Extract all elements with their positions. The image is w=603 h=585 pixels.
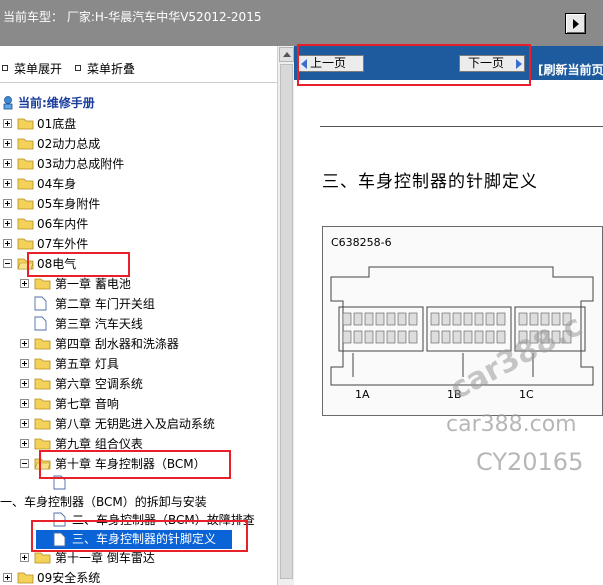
- expand-toggle[interactable]: [20, 339, 29, 348]
- prev-page-button[interactable]: 上一页: [298, 55, 364, 72]
- chapter-label: 第二章 车门开关组: [55, 297, 155, 311]
- expand-toggle[interactable]: [3, 119, 12, 128]
- chapter-label: 第八章 无钥匙进入及启动系统: [55, 417, 215, 431]
- tree-scrollbar[interactable]: [277, 46, 294, 585]
- collapse-toggle[interactable]: [3, 259, 12, 268]
- next-page-button[interactable]: 下一页: [459, 55, 525, 72]
- document-panel: 上一页 下一页 [刷新当前页 三、车身控制器的针脚定义 C638258-6 1A…: [294, 46, 603, 585]
- folder-icon: [34, 278, 51, 290]
- tree-item-label: 04车身: [37, 177, 77, 191]
- chapter-label: 第十章 车身控制器（BCM）: [55, 457, 206, 471]
- menu-collapse-button[interactable]: 菜单折叠: [75, 60, 135, 77]
- chapter-label: 第四章 刮水器和洗涤器: [55, 337, 179, 351]
- title-bar: 当前车型： 厂家:H-华晨汽车中华V52012-2015: [0, 0, 603, 46]
- pin-label: 1A: [355, 388, 370, 401]
- expand-toggle[interactable]: [3, 179, 12, 188]
- expand-toggle[interactable]: [20, 399, 29, 408]
- collapse-toggle[interactable]: [20, 459, 29, 468]
- folder-icon: [17, 238, 34, 250]
- chapter-label: 第九章 组合仪表: [55, 437, 143, 451]
- scroll-thumb[interactable]: [280, 64, 293, 579]
- watermark: CY20165: [476, 448, 584, 476]
- folder-icon: [17, 572, 34, 584]
- triangle-right-icon: [516, 59, 522, 69]
- pin-label: 1C: [519, 388, 534, 401]
- document-icon: [34, 296, 47, 311]
- expand-toggle[interactable]: [20, 419, 29, 428]
- chapter-label: 第七章 音响: [55, 397, 119, 411]
- folder-icon: [17, 178, 34, 190]
- tree-item-label: 02动力总成: [37, 137, 101, 151]
- folder-icon: [17, 158, 34, 170]
- folder-icon: [34, 438, 51, 450]
- refresh-page-link[interactable]: [刷新当前页: [538, 61, 603, 78]
- tree-item-label: 06车内件: [37, 217, 89, 231]
- menu-tree-panel: 菜单展开 菜单折叠 当前:维修手册 01底盘 02动力总成 03动力总成附件 0…: [0, 46, 277, 585]
- folder-open-icon: [17, 258, 34, 270]
- expand-toggle[interactable]: [3, 239, 12, 248]
- expand-toggle[interactable]: [20, 439, 29, 448]
- document-icon: [34, 316, 47, 331]
- chapter-label: 第一章 蓄电池: [55, 277, 131, 291]
- arrow-right-icon: [573, 19, 579, 29]
- square-icon: [75, 65, 81, 71]
- bcm-section-label: 一、车身控制器（BCM）的拆卸与安装: [0, 495, 207, 509]
- expand-toggle[interactable]: [20, 359, 29, 368]
- scroll-up-button[interactable]: [279, 47, 294, 62]
- square-icon: [2, 65, 8, 71]
- bcm-child-label: 三、车身控制器的针脚定义: [72, 532, 217, 546]
- folder-icon: [34, 358, 51, 370]
- manual-book-icon: [3, 96, 13, 110]
- tree-item-label: 08电气: [37, 257, 77, 271]
- folder-icon: [34, 378, 51, 390]
- folder-icon: [17, 198, 34, 210]
- chapter-label: 第五章 灯具: [55, 357, 119, 371]
- bcm-child-item-selected[interactable]: 三、车身控制器的针脚定义: [36, 530, 232, 549]
- document-icon: [53, 475, 66, 490]
- document-icon: [53, 512, 66, 527]
- watermark: car388.com: [446, 412, 577, 437]
- tree-item-label: 03动力总成附件: [37, 157, 125, 171]
- chapter-label: 第六章 空调系统: [55, 377, 143, 391]
- folder-icon: [17, 218, 34, 230]
- tree-item-label: 05车身附件: [37, 197, 101, 211]
- folder-icon: [34, 398, 51, 410]
- document-icon: [53, 532, 66, 547]
- tree-item-label: 07车外件: [37, 237, 89, 251]
- document-title: 三、车身控制器的针脚定义: [322, 172, 538, 192]
- menu-expand-button[interactable]: 菜单展开: [2, 60, 62, 77]
- panel-toggle-button[interactable]: [565, 13, 586, 34]
- expand-toggle[interactable]: [3, 139, 12, 148]
- chapter-label: 第三章 汽车天线: [55, 317, 143, 331]
- folder-icon: [17, 138, 34, 150]
- triangle-left-icon: [301, 59, 307, 69]
- tree-root-label: 当前:维修手册: [18, 96, 95, 110]
- expand-toggle[interactable]: [3, 159, 12, 168]
- folder-icon: [34, 418, 51, 430]
- folder-icon: [34, 338, 51, 350]
- bcm-child-label: 二、车身控制器（BCM）故障排查: [72, 513, 255, 527]
- current-model-title: 当前车型： 厂家:H-华晨汽车中华V52012-2015: [3, 10, 262, 24]
- folder-open-icon: [34, 458, 51, 470]
- divider: [0, 82, 277, 83]
- tree-item-label: 09安全系统: [37, 571, 101, 585]
- folder-icon: [17, 118, 34, 130]
- tree-item-label: 01底盘: [37, 117, 77, 131]
- expand-toggle[interactable]: [20, 279, 29, 288]
- page-nav-bar: 上一页 下一页 [刷新当前页: [294, 46, 603, 80]
- expand-toggle[interactable]: [3, 199, 12, 208]
- chapter-label: 第十一章 倒车雷达: [55, 551, 155, 565]
- expand-toggle[interactable]: [3, 573, 12, 582]
- expand-toggle[interactable]: [20, 553, 29, 562]
- expand-toggle[interactable]: [3, 219, 12, 228]
- divider: [320, 126, 603, 127]
- expand-toggle[interactable]: [20, 379, 29, 388]
- folder-icon: [34, 552, 51, 564]
